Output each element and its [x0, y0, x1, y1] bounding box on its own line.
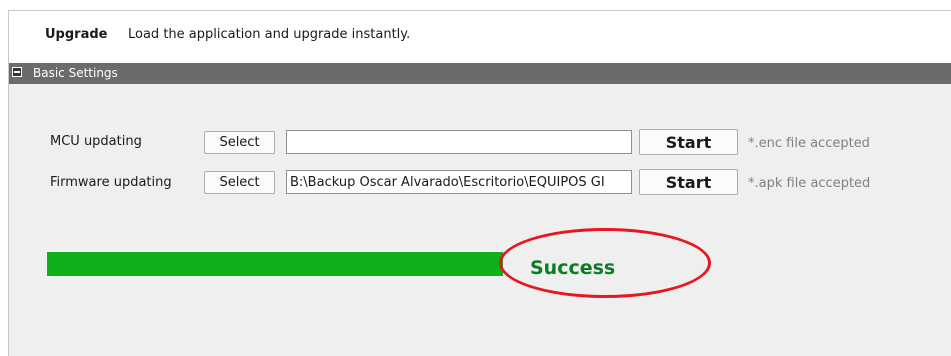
firmware-select-button[interactable]: Select [204, 171, 275, 194]
highlight-circle [499, 228, 711, 298]
section-label: Basic Settings [33, 66, 118, 80]
mcu-select-button[interactable]: Select [204, 131, 275, 154]
page-title: Upgrade [45, 27, 108, 42]
page-description: Load the application and upgrade instant… [128, 27, 411, 42]
mcu-file-path-input[interactable] [286, 130, 632, 154]
firmware-file-path-input[interactable] [286, 170, 632, 194]
mcu-file-hint: *.enc file accepted [748, 136, 870, 151]
firmware-file-hint: *.apk file accepted [748, 176, 871, 191]
firmware-start-button[interactable]: Start [639, 169, 738, 195]
progress-fill [47, 252, 503, 276]
section-header-basic-settings[interactable]: Basic Settings [9, 63, 951, 84]
firmware-updating-label: Firmware updating [50, 175, 172, 190]
settings-panel [9, 84, 951, 356]
collapse-icon[interactable] [12, 67, 22, 77]
mcu-start-button[interactable]: Start [639, 129, 738, 155]
upgrade-progress-bar [47, 252, 503, 276]
mcu-updating-label: MCU updating [50, 134, 142, 149]
